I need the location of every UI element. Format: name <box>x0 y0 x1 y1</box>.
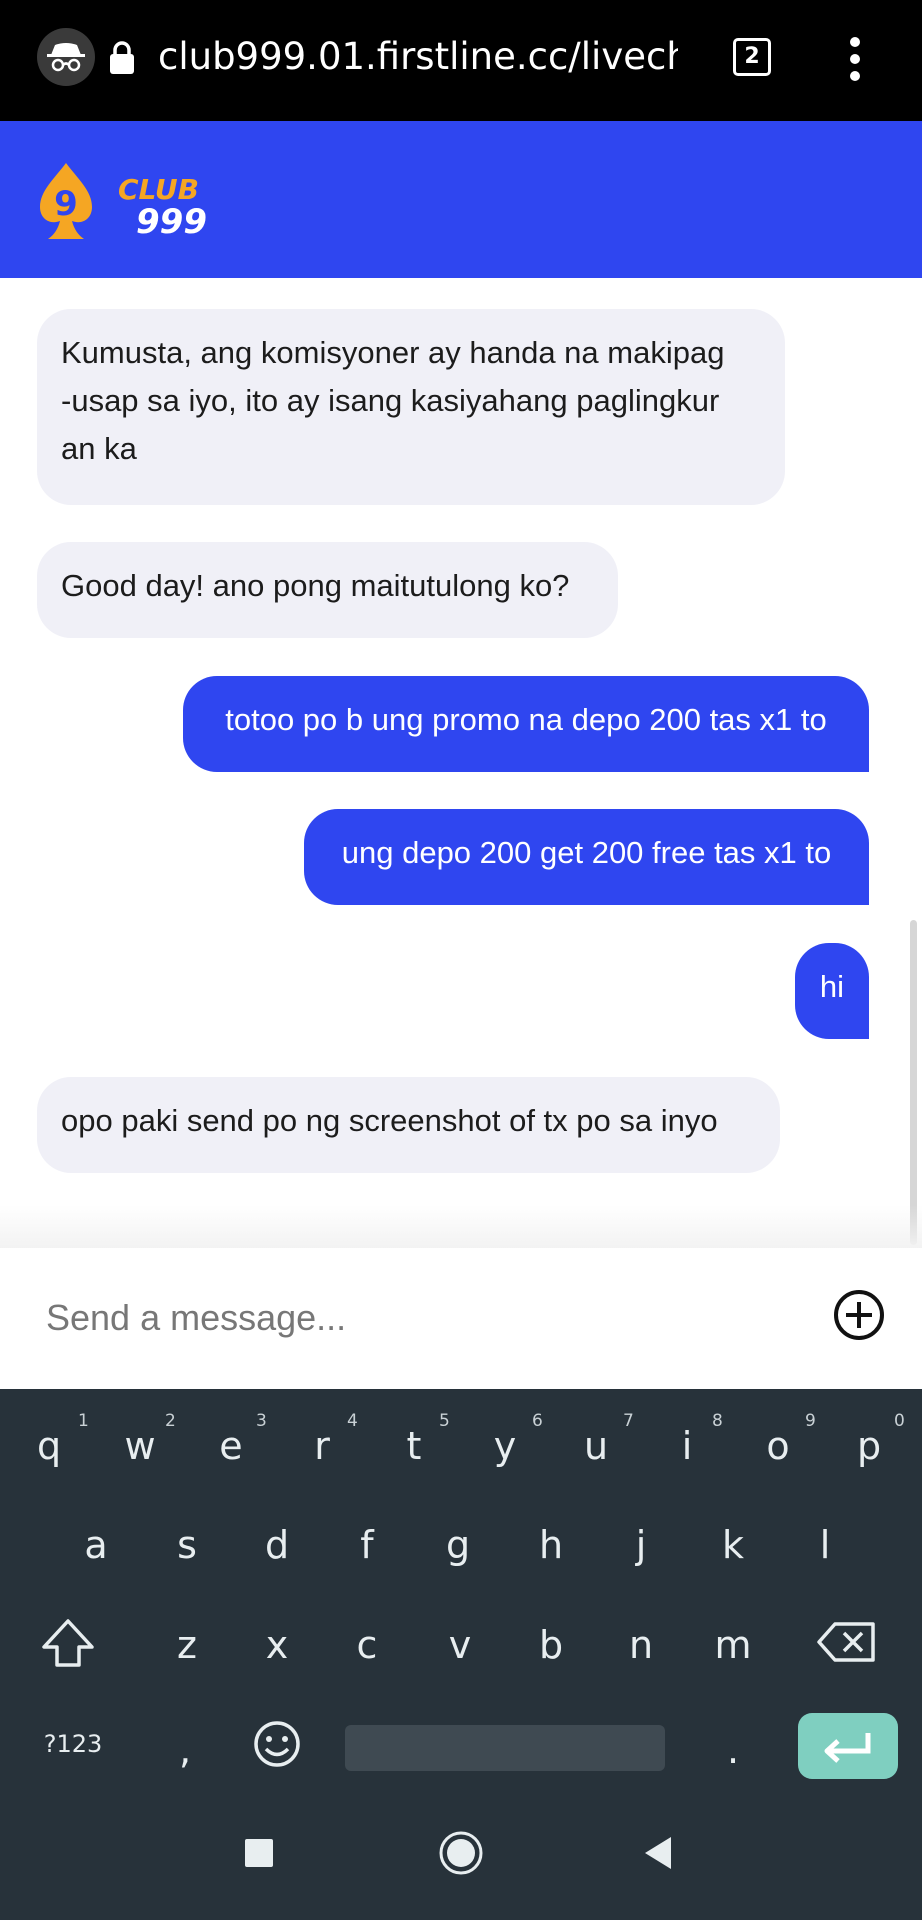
space-bar[interactable] <box>345 1725 665 1771</box>
key-l[interactable]: l <box>795 1510 855 1580</box>
key-f[interactable]: f <box>337 1510 397 1580</box>
key-o[interactable]: o <box>748 1411 808 1481</box>
outgoing-message: totoo po b ung promo na depo 200 tas x1 … <box>183 676 869 772</box>
key-hint: 8 <box>712 1411 723 1431</box>
key-hint: 1 <box>78 1411 89 1431</box>
outgoing-message: hi <box>795 943 869 1039</box>
key-x[interactable]: x <box>247 1610 307 1680</box>
message-text: totoo po b ung promo na depo 200 tas x1 … <box>225 702 827 737</box>
message-text: hi <box>819 969 845 1004</box>
message-composer <box>0 1248 922 1389</box>
url-bar[interactable]: club999.01.firstline.cc/livechat/m <box>158 34 678 80</box>
tab-switcher-button[interactable]: 2 <box>733 38 771 76</box>
chat-message-list[interactable]: Kumusta, ang komisyoner ay handa na maki… <box>0 278 922 1248</box>
key-hint: 6 <box>532 1411 543 1431</box>
outgoing-message: ung depo 200 get 200 free tas x1 to <box>304 809 869 905</box>
club999-logo[interactable]: 9 CLUB 999 <box>36 157 246 247</box>
key-hint: 9 <box>805 1411 816 1431</box>
key-b[interactable]: b <box>521 1610 581 1680</box>
key-h[interactable]: h <box>521 1510 581 1580</box>
key-hint: 3 <box>256 1411 267 1431</box>
key-s[interactable]: s <box>157 1510 217 1580</box>
key-i[interactable]: i <box>657 1411 717 1481</box>
recents-nav-icon[interactable] <box>245 1839 273 1867</box>
key-v[interactable]: v <box>430 1610 490 1680</box>
key-y[interactable]: y <box>475 1411 535 1481</box>
key-e[interactable]: e <box>201 1411 261 1481</box>
message-line: an ka <box>61 431 137 466</box>
emoji-key[interactable] <box>247 1709 307 1779</box>
key-w[interactable]: w <box>110 1411 170 1481</box>
message-text: opo paki send po ng screenshot of tx po … <box>61 1103 718 1138</box>
back-nav-icon[interactable] <box>643 1835 673 1871</box>
lock-icon <box>108 40 136 76</box>
site-header: 9 CLUB 999 <box>0 121 922 278</box>
soft-keyboard: q w e r t y u i o p 1 2 3 4 5 6 7 8 9 0 … <box>0 1389 922 1920</box>
key-a[interactable]: a <box>66 1510 126 1580</box>
key-u[interactable]: u <box>566 1411 626 1481</box>
comma-key[interactable]: , <box>155 1715 215 1785</box>
key-q[interactable]: q <box>19 1411 79 1481</box>
more-options-icon[interactable] <box>843 34 867 84</box>
key-g[interactable]: g <box>428 1510 488 1580</box>
home-nav-icon[interactable] <box>437 1829 485 1877</box>
period-key[interactable]: . <box>703 1715 763 1785</box>
key-hint: 0 <box>894 1411 905 1431</box>
message-line: Kumusta, ang komisyoner ay handa na maki… <box>61 335 725 370</box>
enter-key[interactable] <box>798 1713 898 1779</box>
message-text: ung depo 200 get 200 free tas x1 to <box>341 835 832 870</box>
incognito-icon[interactable] <box>37 28 95 86</box>
key-r[interactable]: r <box>292 1411 352 1481</box>
key-n[interactable]: n <box>611 1610 671 1680</box>
chat-fade-divider <box>0 1205 922 1250</box>
key-j[interactable]: j <box>611 1510 671 1580</box>
key-m[interactable]: m <box>703 1610 763 1680</box>
symbols-key[interactable]: ?123 <box>38 1709 108 1779</box>
message-line: -usap sa iyo, ito ay isang kasiyahang pa… <box>61 383 720 418</box>
incoming-message: Good day! ano pong maitutulong ko? <box>37 542 618 638</box>
incoming-message: opo paki send po ng screenshot of tx po … <box>37 1077 780 1173</box>
key-c[interactable]: c <box>337 1610 397 1680</box>
chat-scrollbar[interactable] <box>910 920 917 1245</box>
key-t[interactable]: t <box>384 1411 444 1481</box>
browser-toolbar: club999.01.firstline.cc/livechat/m 2 <box>0 0 922 121</box>
key-d[interactable]: d <box>247 1510 307 1580</box>
key-k[interactable]: k <box>703 1510 763 1580</box>
logo-mark: 9 <box>54 184 78 224</box>
key-hint: 5 <box>439 1411 450 1431</box>
message-input[interactable] <box>46 1288 786 1348</box>
key-z[interactable]: z <box>157 1610 217 1680</box>
logo-text-999: 999 <box>136 202 207 242</box>
key-hint: 4 <box>347 1411 358 1431</box>
backspace-key[interactable] <box>815 1607 879 1677</box>
add-attachment-icon[interactable] <box>832 1288 886 1342</box>
key-hint: 2 <box>165 1411 176 1431</box>
shift-key[interactable] <box>38 1607 98 1677</box>
key-p[interactable]: p <box>839 1411 899 1481</box>
key-hint: 7 <box>623 1411 634 1431</box>
incoming-message: Kumusta, ang komisyoner ay handa na maki… <box>37 309 785 505</box>
message-text: Good day! ano pong maitutulong ko? <box>61 568 570 603</box>
